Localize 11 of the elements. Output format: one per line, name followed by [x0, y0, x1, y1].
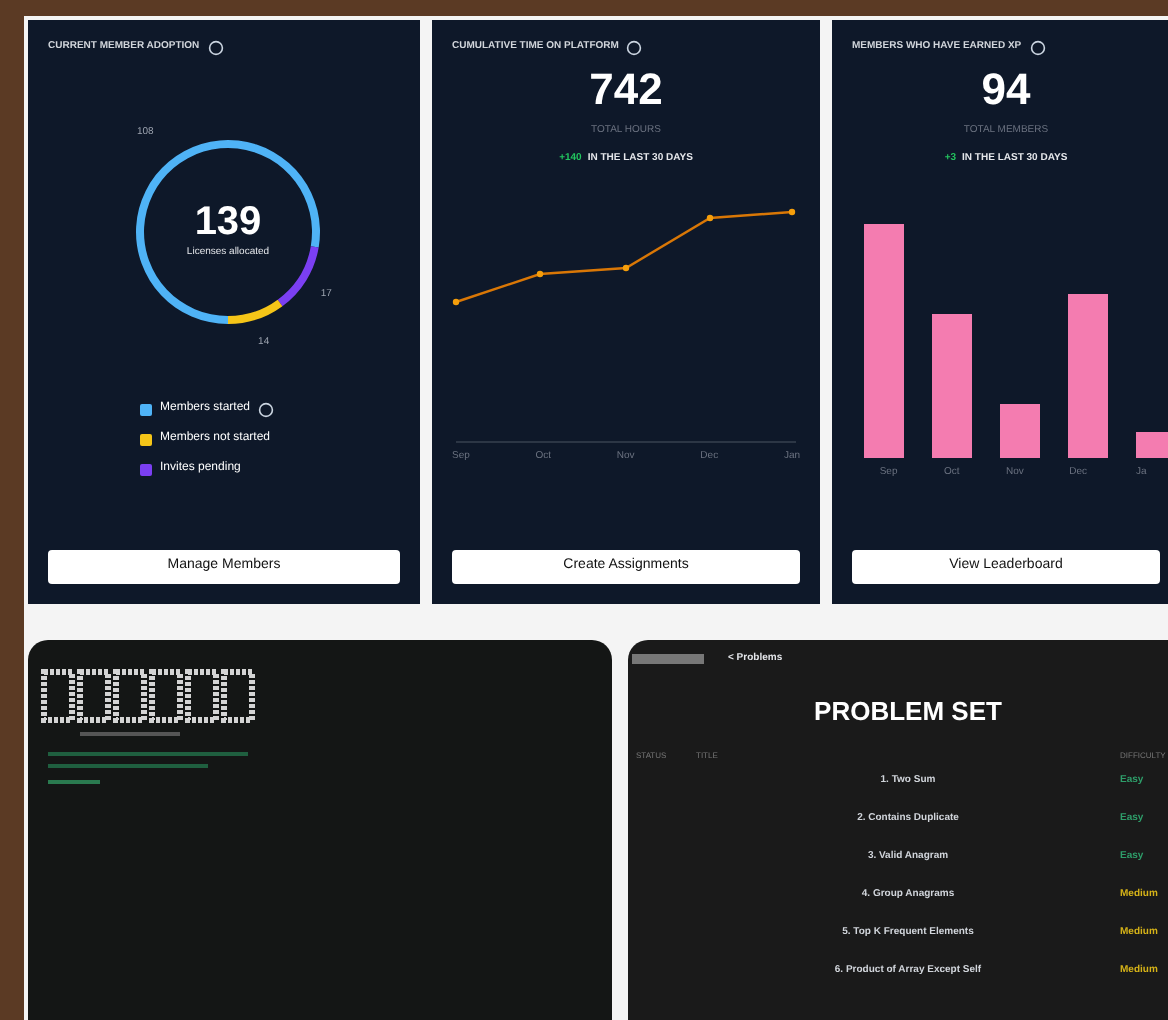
info-icon [207, 40, 224, 56]
logo-drawing [632, 654, 704, 665]
info-icon [626, 40, 643, 56]
stat-value: 742 [587, 68, 665, 112]
chart-bar [932, 314, 972, 458]
donut-total: 139 [194, 202, 262, 243]
chart-bar [1136, 432, 1168, 458]
chart-bar [1000, 404, 1040, 458]
stat-value: 94 [979, 68, 1033, 112]
info-icon [1029, 40, 1046, 56]
page-title: PROBLEM SET [812, 693, 1004, 729]
